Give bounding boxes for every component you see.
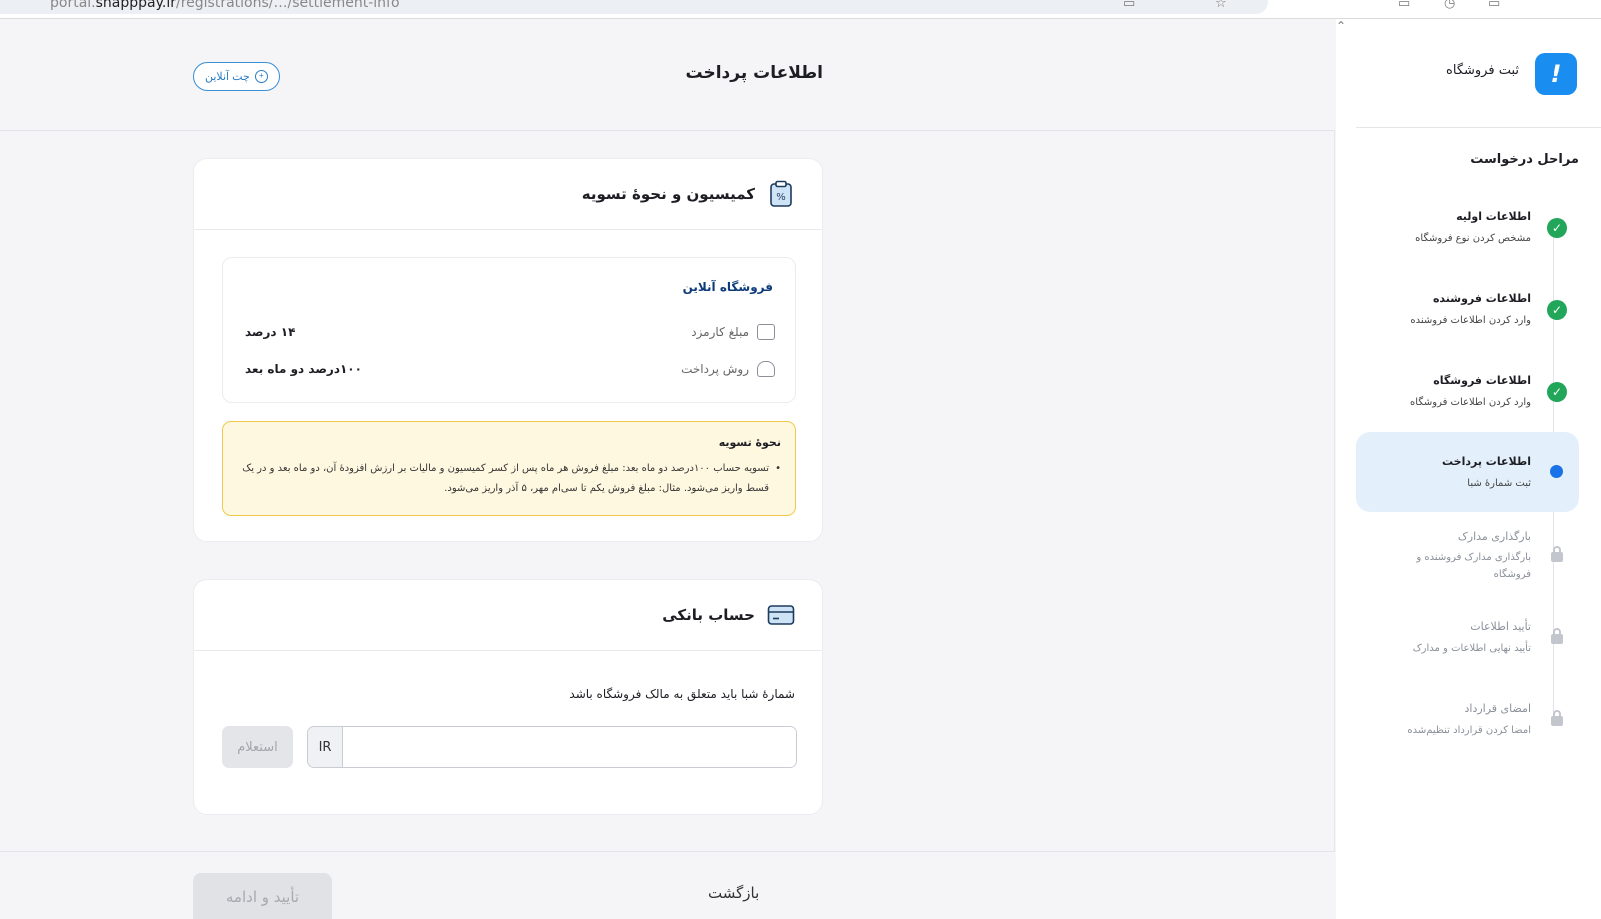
step-title: اطلاعات فروشنده xyxy=(1432,292,1531,305)
iban-input[interactable] xyxy=(343,727,796,767)
commission-card-header: % کمیسیون و نحوهٔ تسویه xyxy=(194,159,822,230)
check-icon: ✓ xyxy=(1547,300,1567,320)
bank-account-title: حساب بانکی xyxy=(662,606,755,624)
bookmark-icon[interactable]: ☆ xyxy=(1215,0,1227,11)
payment-method-value: ۱۰۰درصد دو ماه بعد xyxy=(245,362,362,376)
step-title: اطلاعات فروشگاه xyxy=(1433,374,1531,387)
bank-account-card: حساب بانکی شمارهٔ شبا باید متعلق به مالک… xyxy=(193,579,823,815)
fee-details: فروشگاه آنلاین مبلغ کارمزد ۱۴ درصد روش پ… xyxy=(222,257,796,403)
fee-row: مبلغ کارمزد ۱۴ درصد xyxy=(245,322,775,342)
page-header: اطلاعات پرداخت + چت آنلاین xyxy=(0,19,1335,131)
step-title: بارگذاری مدارک xyxy=(1457,530,1531,543)
step-title: تأیید اطلاعات xyxy=(1470,620,1531,633)
sidebar-title: ثبت فروشگاه xyxy=(1446,63,1519,78)
commission-title: کمیسیون و نحوهٔ تسویه xyxy=(581,185,755,203)
extension-icon[interactable]: ▭ xyxy=(1123,0,1135,11)
inquiry-button[interactable]: استعلام xyxy=(222,726,293,768)
step-desc: وارد کردن اطلاعات فروشگاه xyxy=(1410,397,1531,408)
wallet-icon xyxy=(757,361,775,377)
back-button[interactable]: بازگشت xyxy=(708,884,759,902)
sidebar-header: ثبت فروشگاه ! xyxy=(1356,19,1601,128)
step-desc: مشخص کردن نوع فروشگاه xyxy=(1415,233,1531,244)
svg-text:%: % xyxy=(776,192,786,203)
commission-icon: % xyxy=(767,180,795,208)
payment-method-row: روش پرداخت ۱۰۰درصد دو ماه بعد xyxy=(245,359,775,379)
main-content: اطلاعات پرداخت + چت آنلاین % کمیسیون و ن… xyxy=(0,19,1335,919)
profile-icon[interactable]: ▭ xyxy=(1488,0,1500,11)
sidebar: ⌃ ثبت فروشگاه ! مراحل درخواست اطلاعات او… xyxy=(1336,19,1601,919)
iban-prefix: IR xyxy=(308,727,343,767)
step-basic-info[interactable]: اطلاعات اولیه مشخص کردن نوع فروشگاه ✓ xyxy=(1356,204,1579,254)
step-title: امضای قرارداد xyxy=(1464,702,1532,715)
bank-card-icon xyxy=(767,601,795,629)
lock-icon xyxy=(1547,544,1567,564)
iban-field[interactable]: IR xyxy=(307,726,797,768)
browser-toolbar: portal.snapppay.ir/registrations/…/settl… xyxy=(0,0,1601,19)
settlement-note: نحوهٔ تسویه تسویه حساب ۱۰۰درصد دو ماه بع… xyxy=(222,421,796,516)
history-icon[interactable]: ◷ xyxy=(1444,0,1455,11)
alert-logo-icon: ! xyxy=(1535,53,1577,95)
step-seller-info[interactable]: اطلاعات فروشنده وارد کردن اطلاعات فروشند… xyxy=(1356,286,1579,336)
settlement-note-body: تسویه حساب ۱۰۰درصد دو ماه بعد: مبلغ فروش… xyxy=(237,459,781,499)
lock-icon xyxy=(1547,626,1567,646)
step-desc: تأیید نهایی اطلاعات و مدارک xyxy=(1412,643,1531,654)
step-verify-info: تأیید اطلاعات تأیید نهایی اطلاعات و مدار… xyxy=(1356,614,1579,664)
step-title: اطلاعات اولیه xyxy=(1456,210,1531,223)
check-icon: ✓ xyxy=(1547,382,1567,402)
step-desc: ثبت شمارهٔ شبا xyxy=(1467,478,1531,489)
commission-card: % کمیسیون و نحوهٔ تسویه فروشگاه آنلاین م… xyxy=(193,158,823,542)
page-title: اطلاعات پرداخت xyxy=(685,63,823,83)
settlement-note-title: نحوهٔ تسویه xyxy=(718,436,781,449)
step-store-info[interactable]: اطلاعات فروشگاه وارد کردن اطلاعات فروشگا… xyxy=(1356,368,1579,418)
iban-hint: شمارهٔ شبا باید متعلق به مالک فروشگاه با… xyxy=(569,687,795,701)
step-desc: وارد کردن اطلاعات فروشنده xyxy=(1410,315,1531,326)
steps-title: مراحل درخواست xyxy=(1470,152,1579,167)
url-text[interactable]: portal.snapppay.ir/registrations/…/settl… xyxy=(50,0,400,11)
bank-card-header: حساب بانکی xyxy=(194,580,822,651)
step-desc: بارگذاری مدارک فروشنده و فروشگاه xyxy=(1416,552,1531,580)
footer-actions: تأیید و ادامه بازگشت xyxy=(0,851,1335,919)
check-icon: ✓ xyxy=(1547,218,1567,238)
step-title: اطلاعات پرداخت xyxy=(1442,455,1531,468)
online-chat-button[interactable]: + چت آنلاین xyxy=(193,62,280,91)
chat-icon: + xyxy=(254,70,268,83)
step-upload-documents: بارگذاری مدارک بارگذاری مدارک فروشنده و … xyxy=(1356,524,1579,584)
payment-method-label: روش پرداخت xyxy=(681,362,749,376)
online-chat-label: چت آنلاین xyxy=(205,71,250,83)
receipt-icon xyxy=(757,324,775,340)
lock-icon xyxy=(1547,708,1567,728)
step-payment-info[interactable]: اطلاعات پرداخت ثبت شمارهٔ شبا xyxy=(1356,432,1579,512)
step-desc: امضا کردن قرارداد تنظیم‌شده xyxy=(1407,725,1531,736)
step-sign-contract: امضای قرارداد امضا کردن قرارداد تنظیم‌شد… xyxy=(1356,696,1579,746)
fee-value: ۱۴ درصد xyxy=(245,325,296,339)
chevron-up-icon[interactable]: ⌃ xyxy=(1336,19,1346,33)
current-step-dot-icon xyxy=(1550,465,1563,478)
store-type: فروشگاه آنلاین xyxy=(682,280,773,294)
fee-label: مبلغ کارمزد xyxy=(691,325,749,339)
downloads-icon[interactable]: ▭ xyxy=(1398,0,1410,11)
confirm-continue-button[interactable]: تأیید و ادامه xyxy=(193,873,332,919)
